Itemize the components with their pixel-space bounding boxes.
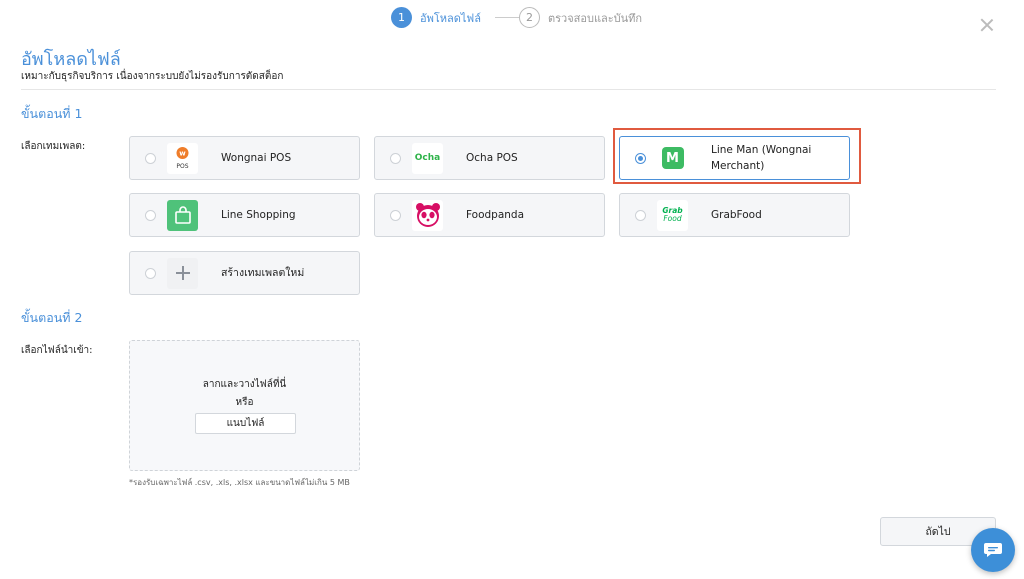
template-label: GrabFood — [711, 209, 762, 221]
chat-button[interactable] — [971, 528, 1015, 572]
step-1-number: 1 — [391, 7, 412, 28]
ocha-logo-text: Ocha — [414, 153, 441, 163]
step-connector — [494, 17, 519, 18]
template-radio[interactable] — [390, 152, 401, 164]
upload-page: 1 อัพโหลดไฟล์ 2 ตรวจสอบและบันทึก อัพโหลด… — [0, 0, 1024, 579]
template-card-create-new[interactable]: สร้างเทมเพลตใหม่ — [129, 251, 360, 295]
template-label: Line Man (Wongnai Merchant) — [711, 144, 812, 172]
wongnai-pos-logo-text: POS — [176, 162, 189, 170]
template-label: Ocha POS — [466, 152, 518, 164]
shopping-bag-logo — [167, 199, 198, 231]
step-1-label: อัพโหลดไฟล์ — [420, 11, 481, 25]
chat-icon — [984, 543, 1002, 557]
file-note: *รองรับเฉพาะไฟล์ .csv, .xls, .xlsx และขน… — [129, 478, 350, 487]
plus-icon — [167, 257, 198, 289]
ocha-logo: Ocha — [412, 142, 443, 174]
attach-file-button[interactable]: แนบไฟล์ — [195, 413, 296, 434]
step-2-label: ตรวจสอบและบันทึก — [547, 11, 643, 25]
template-card-line-shopping[interactable]: Line Shopping — [129, 193, 360, 237]
wongnai-pos-logo: w POS — [167, 142, 198, 174]
close-icon[interactable] — [979, 17, 995, 33]
step-2-number: 2 — [518, 7, 540, 28]
template-radio-checked[interactable] — [635, 152, 646, 164]
stepper: 1 อัพโหลดไฟล์ 2 ตรวจสอบและบันทึก — [391, 7, 642, 28]
template-label: สร้างเทมเพลตใหม่ — [221, 267, 305, 279]
file-dropzone[interactable]: ลากและวางไฟล์ที่นี่ หรือ แนบไฟล์ — [129, 340, 360, 471]
template-radio[interactable] — [145, 152, 156, 164]
template-label: Line Shopping — [221, 209, 296, 221]
template-card-lineman[interactable]: M Line Man (Wongnai Merchant) — [619, 136, 850, 180]
foodpanda-logo — [412, 199, 443, 231]
step-2-title: ขั้นตอนที่ 2 — [21, 310, 83, 325]
template-label: Foodpanda — [466, 209, 525, 221]
template-card-grabfood[interactable]: Grab Food GrabFood — [619, 193, 850, 237]
step-1-title: ขั้นตอนที่ 1 — [21, 106, 83, 121]
template-field-label: เลือกเทมเพลต: — [21, 141, 86, 152]
svg-text:w: w — [179, 149, 186, 157]
template-radio[interactable] — [145, 209, 156, 221]
grabfood-logo: Grab Food — [657, 199, 688, 231]
page-subtitle: เหมาะกับธุรกิจบริการ เนื่องจากระบบยังไม่… — [21, 71, 284, 82]
drop-text: ลากและวางไฟล์ที่นี่ — [202, 379, 287, 390]
template-card-ocha-pos[interactable]: Ocha Ocha POS — [374, 136, 605, 180]
lineman-logo-mark: M — [661, 147, 684, 169]
template-card-wongnai-pos[interactable]: w POS Wongnai POS — [129, 136, 360, 180]
template-label: Wongnai POS — [221, 152, 292, 164]
template-radio[interactable] — [390, 209, 401, 221]
food-logo-text: Food — [663, 214, 682, 223]
lineman-logo: M — [657, 142, 688, 174]
file-field-label: เลือกไฟล์นำเข้า: — [21, 345, 93, 356]
template-radio[interactable] — [145, 267, 156, 279]
template-radio[interactable] — [635, 209, 646, 221]
or-text: หรือ — [235, 397, 254, 408]
template-card-foodpanda[interactable]: Foodpanda — [374, 193, 605, 237]
divider — [21, 89, 996, 90]
